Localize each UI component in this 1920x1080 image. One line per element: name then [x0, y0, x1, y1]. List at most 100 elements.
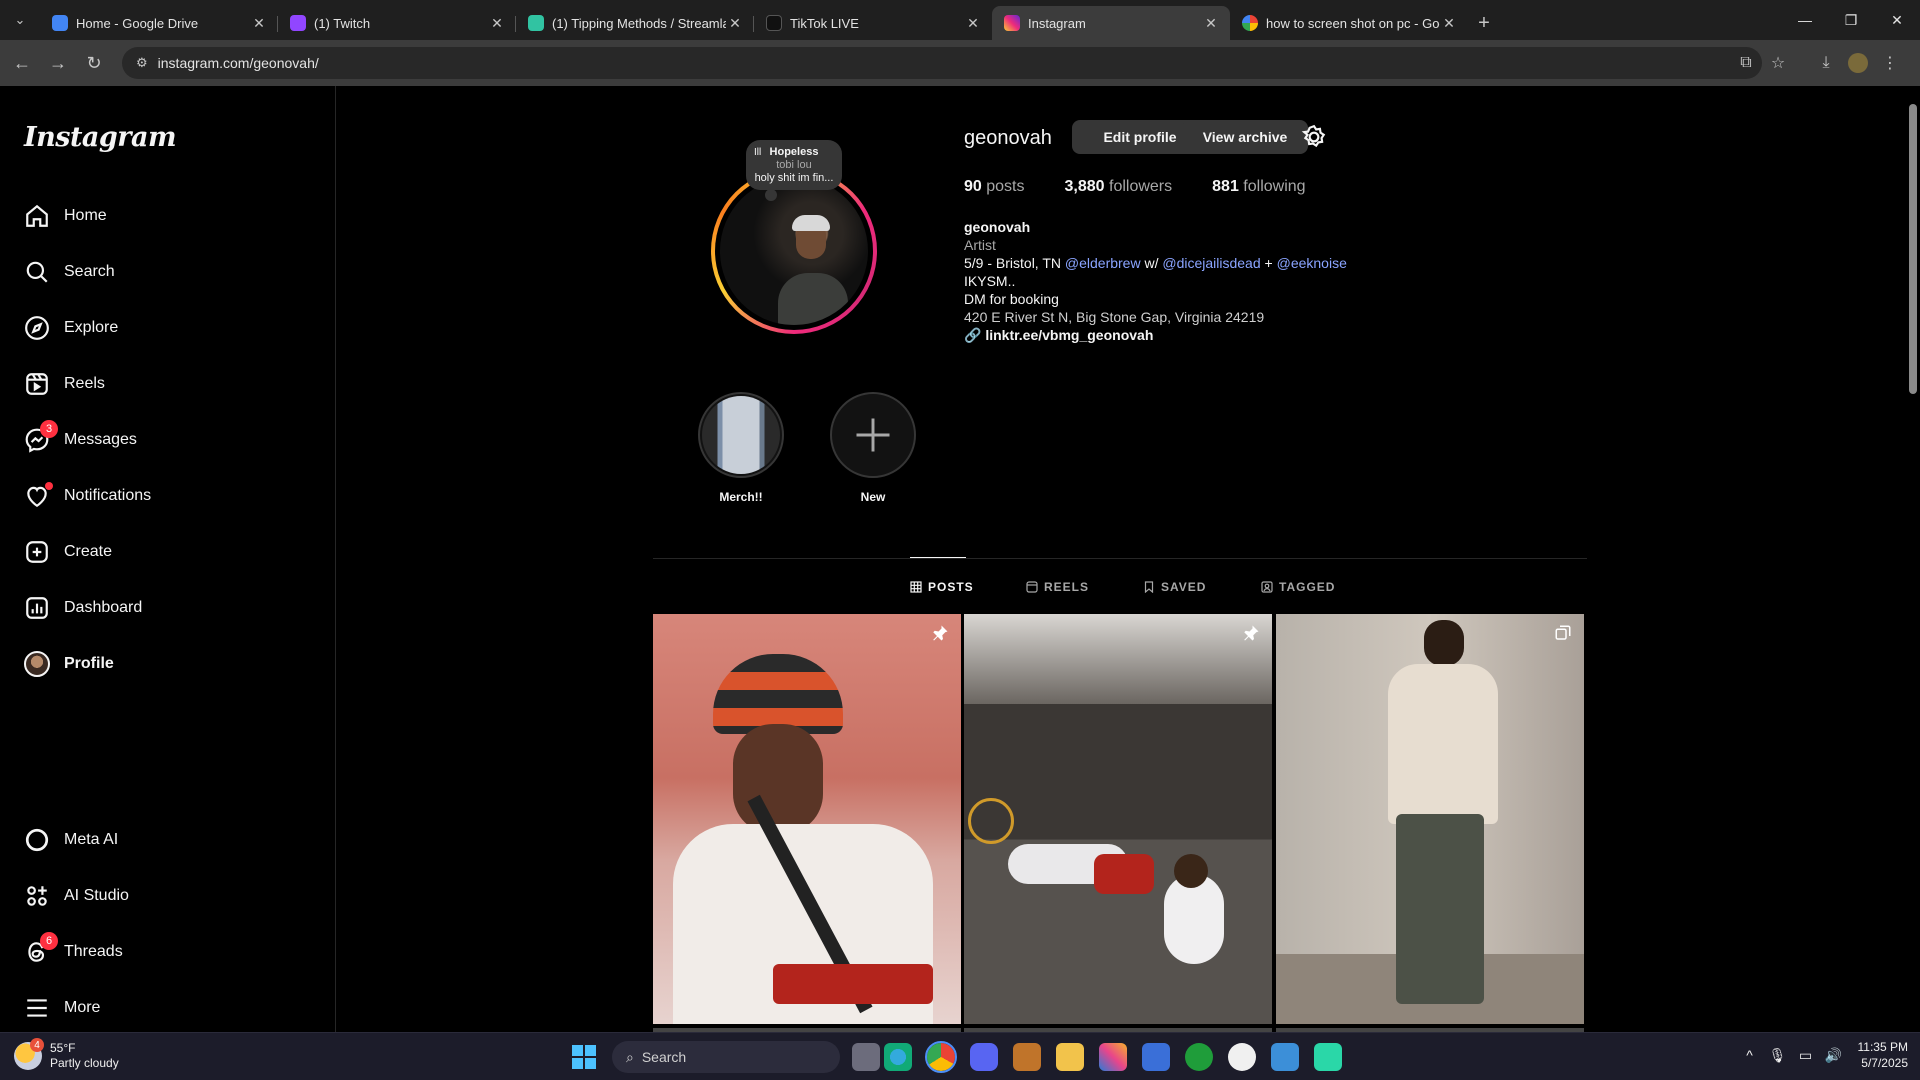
nav-notifications[interactable]: Notifications: [12, 472, 322, 520]
nav-home[interactable]: Home: [12, 192, 322, 240]
settings-gear-icon[interactable]: [1301, 124, 1327, 150]
taskbar-search[interactable]: ⌕ Search: [612, 1041, 840, 1073]
copilot-icon[interactable]: [1099, 1043, 1127, 1071]
close-tab-icon[interactable]: ✕: [250, 15, 268, 32]
bio-name: geonovah: [964, 219, 1031, 235]
fl-studio-icon[interactable]: [1013, 1043, 1041, 1071]
view-archive-button[interactable]: View archive: [1182, 120, 1308, 154]
clock-time: 11:35 PM: [1857, 1040, 1908, 1054]
weather-desc: Partly cloudy: [50, 1056, 119, 1070]
dashboard-icon: [26, 597, 48, 619]
xbox-icon[interactable]: [1185, 1043, 1213, 1071]
back-icon[interactable]: ←: [4, 45, 40, 81]
nav-profile[interactable]: Profile: [12, 640, 322, 688]
notepad-icon[interactable]: [1271, 1043, 1299, 1071]
browser-tab[interactable]: (1) Tipping Methods / Streamlab ✕: [516, 6, 754, 40]
mention-link[interactable]: @eeknoise: [1277, 255, 1347, 271]
profile-avatar-icon[interactable]: [1842, 47, 1874, 79]
browser-tab[interactable]: how to screen shot on pc - Goo ✕: [1230, 6, 1468, 40]
nav-more[interactable]: More: [12, 984, 322, 1032]
browser-tab[interactable]: (1) Twitch ✕: [278, 6, 516, 40]
taskbar-clock[interactable]: 11:35 PM 5/7/2025: [1858, 1039, 1908, 1071]
bio-address[interactable]: 420 E River St N, Big Stone Gap, Virgini…: [964, 308, 1347, 326]
profile-picture[interactable]: [711, 168, 877, 334]
chrome-icon[interactable]: [925, 1041, 957, 1073]
plus-icon: [856, 418, 890, 452]
instagram-page: Instagram Home Search Explore Reels Mess…: [0, 86, 1920, 1032]
forward-icon[interactable]: →: [40, 45, 76, 81]
partly-cloudy-icon: 4: [14, 1038, 44, 1070]
site-info-icon[interactable]: ⚙: [136, 55, 148, 71]
install-app-icon[interactable]: ⧉: [1730, 47, 1762, 79]
close-window-icon[interactable]: ✕: [1874, 0, 1920, 40]
nav-label: Reels: [64, 375, 105, 392]
home-icon: [26, 204, 48, 227]
following-count[interactable]: 881 following: [1212, 178, 1305, 196]
post-tile[interactable]: [1276, 614, 1584, 1024]
followers-count[interactable]: 3,880 followers: [1065, 178, 1173, 196]
clock-app-icon[interactable]: [1228, 1043, 1256, 1071]
file-explorer-icon[interactable]: [1056, 1043, 1084, 1071]
nav-search[interactable]: Search: [12, 248, 322, 296]
mention-link[interactable]: @elderbrew: [1065, 255, 1141, 271]
nav-explore[interactable]: Explore: [12, 304, 322, 352]
volume-icon[interactable]: 🔊: [1820, 1047, 1848, 1064]
page-scrollbar[interactable]: [1906, 86, 1920, 1032]
nav-threads[interactable]: Threads 6: [12, 928, 322, 976]
post-tile[interactable]: [653, 614, 961, 1024]
download-icon[interactable]: ⤓: [1810, 47, 1842, 79]
task-view-icon[interactable]: [852, 1043, 880, 1071]
url-text: instagram.com/geonovah/: [157, 55, 319, 71]
posts-count[interactable]: 90 posts: [964, 178, 1025, 196]
ai-studio-icon: [27, 886, 47, 906]
close-tab-icon[interactable]: ✕: [1440, 15, 1458, 32]
close-tab-icon[interactable]: ✕: [726, 15, 744, 32]
bio-link[interactable]: 🔗 linktr.ee/vbmg_geonovah: [964, 326, 1347, 344]
close-tab-icon[interactable]: ✕: [488, 15, 506, 32]
nav-reels[interactable]: Reels: [12, 360, 322, 408]
browser-tab[interactable]: Home - Google Drive ✕: [40, 6, 278, 40]
mention-link[interactable]: @dicejailisdead: [1162, 255, 1260, 271]
close-tab-icon[interactable]: ✕: [964, 15, 982, 32]
profile-note[interactable]: Ill Hopeless tobi lou holy shit im fin..…: [746, 140, 842, 190]
nav-meta-ai[interactable]: Meta AI: [12, 816, 322, 864]
network-icon[interactable]: ▭: [1792, 1047, 1820, 1064]
nav-label: Dashboard: [64, 599, 143, 616]
chevron-up-icon[interactable]: ^: [1736, 1047, 1764, 1063]
scrollbar-thumb[interactable]: [1909, 104, 1917, 394]
nav-messages[interactable]: Messages 3: [12, 416, 322, 464]
close-tab-icon[interactable]: ✕: [1202, 15, 1220, 32]
kebab-menu-icon[interactable]: ⋮: [1874, 47, 1906, 79]
windows-taskbar: 4 55°F Partly cloudy ⌕ Search ^ 🎙 ▭ 🔊 11:3…: [0, 1032, 1920, 1080]
microphone-icon[interactable]: 🎙: [1764, 1047, 1792, 1064]
tagged-icon: [1261, 581, 1273, 593]
discord-icon[interactable]: [970, 1043, 998, 1071]
instagram-logo[interactable]: Instagram: [24, 122, 177, 153]
bookmark-star-icon[interactable]: ☆: [1762, 47, 1794, 79]
address-bar[interactable]: ⚙ instagram.com/geonovah/: [122, 47, 1762, 79]
post-tile[interactable]: [964, 614, 1272, 1024]
browser-tab-active[interactable]: Instagram ✕: [992, 6, 1230, 40]
store-icon[interactable]: [1142, 1043, 1170, 1071]
tab-search-chevron-icon[interactable]: ⌄: [0, 0, 40, 40]
windows-start-icon[interactable]: [572, 1045, 596, 1069]
tab-reels[interactable]: REELS: [1026, 580, 1089, 594]
tab-posts[interactable]: POSTS: [910, 580, 974, 594]
minimize-icon[interactable]: —: [1782, 0, 1828, 40]
new-tab-button[interactable]: +: [1468, 6, 1500, 40]
nav-ai-studio[interactable]: AI Studio: [12, 872, 322, 920]
edge-icon[interactable]: [884, 1043, 912, 1071]
restore-icon[interactable]: ❐: [1828, 0, 1874, 40]
highlight-merch[interactable]: Merch!!: [697, 392, 785, 504]
browser-tab[interactable]: TikTok LIVE ✕: [754, 6, 992, 40]
nav-dashboard[interactable]: Dashboard: [12, 584, 322, 632]
weather-badge: 4: [30, 1038, 44, 1052]
weather-widget[interactable]: 4 55°F Partly cloudy: [14, 1038, 119, 1071]
search-icon: ⌕: [626, 1048, 634, 1065]
tab-tagged[interactable]: TAGGED: [1261, 580, 1335, 594]
tab-saved[interactable]: SAVED: [1143, 580, 1206, 594]
streamlabs-icon[interactable]: [1314, 1043, 1342, 1071]
nav-create[interactable]: Create: [12, 528, 322, 576]
highlight-new[interactable]: New: [829, 392, 917, 504]
reload-icon[interactable]: ↻: [76, 45, 112, 81]
